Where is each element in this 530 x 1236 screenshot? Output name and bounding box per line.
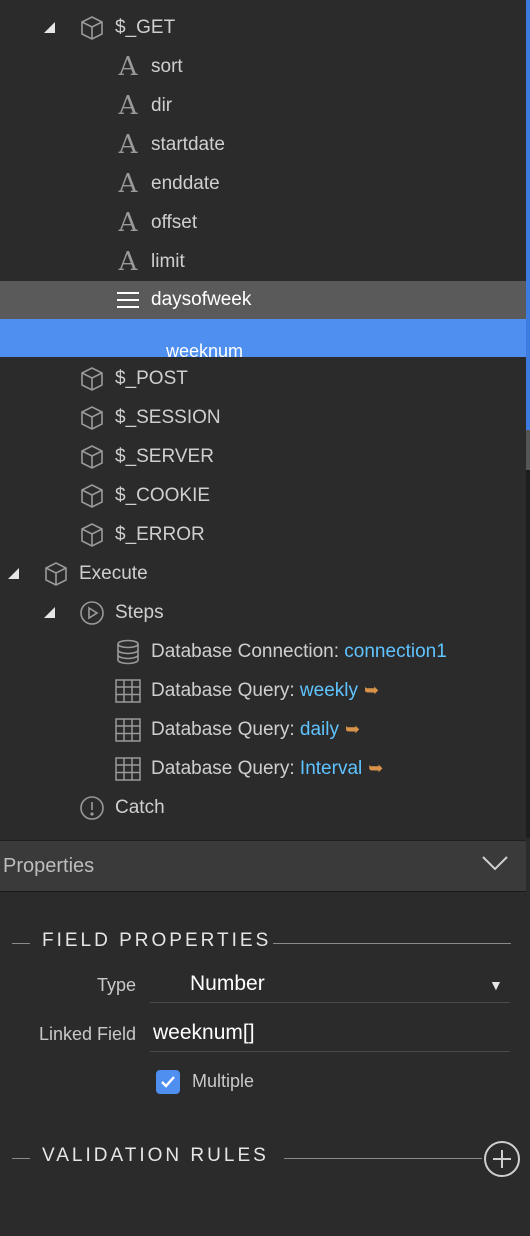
text-type-icon: A (118, 51, 138, 82)
section-divider (12, 943, 30, 944)
section-divider (12, 1158, 30, 1159)
tree-item-label: limit (151, 250, 185, 272)
validation-rules-section: VALIDATION RULES (0, 1143, 530, 1173)
step-label: Database Query: weekly ➥ (151, 680, 379, 702)
section-title: FIELD PROPERTIES (42, 930, 272, 951)
tree-node-label: $_ERROR (115, 523, 205, 545)
tree-node-catch[interactable]: Catch (0, 788, 526, 827)
array-list-icon (114, 286, 142, 314)
play-circle-icon (78, 599, 106, 627)
multiple-label: Multiple (192, 1071, 255, 1091)
step-label: Database Query: Interval ➥ (151, 758, 383, 780)
multiple-checkbox[interactable] (156, 1070, 180, 1094)
tree-node-label: $_SERVER (115, 445, 214, 467)
chevron-down-icon[interactable] (482, 855, 508, 876)
text-type-icon: A (118, 90, 138, 121)
tree-item-label: startdate (151, 133, 225, 155)
section-divider (284, 1158, 482, 1159)
tree-item-daysofweek[interactable]: daysofweek (0, 281, 526, 319)
tree-node-label: $_COOKIE (115, 484, 211, 506)
step-database-connection[interactable]: Database Connection: connection1 (0, 632, 526, 671)
properties-title: Properties (3, 854, 95, 877)
table-grid-icon (114, 755, 142, 783)
type-underline (150, 1002, 510, 1003)
tree-node-label: $_GET (115, 16, 176, 38)
cube-icon (78, 404, 106, 432)
section-title: VALIDATION RULES (42, 1145, 269, 1166)
step-prefix: Database Connection: (151, 640, 345, 662)
output-arrow-icon: ➥ (368, 757, 384, 778)
tree-item-offset[interactable]: A offset (0, 203, 526, 242)
step-link[interactable]: daily (300, 719, 339, 740)
text-type-icon: A (118, 246, 138, 277)
text-type-icon: A (118, 168, 138, 199)
cube-icon (78, 443, 106, 471)
database-icon (114, 638, 142, 666)
expand-triangle-icon[interactable] (8, 568, 19, 579)
properties-header[interactable]: Properties (0, 840, 526, 892)
cube-icon (78, 521, 106, 549)
step-prefix: Database Query: (151, 679, 300, 701)
text-type-icon: A (118, 207, 138, 238)
cube-icon (78, 14, 106, 42)
tree-node-label: $_POST (115, 367, 188, 389)
tree-node-label: Catch (115, 796, 165, 818)
step-label: Database Connection: connection1 (151, 641, 447, 663)
type-label: Type (96, 975, 136, 995)
tree-node-server[interactable]: $_SERVER (0, 437, 526, 476)
tree-node-session[interactable]: $_SESSION (0, 398, 526, 437)
exclamation-circle-icon (78, 794, 106, 822)
tree-scrollbar-thumb[interactable] (526, 0, 530, 430)
step-link[interactable]: weekly (300, 680, 358, 701)
cube-icon (78, 482, 106, 510)
tree-item-sort[interactable]: A sort (0, 47, 526, 86)
step-label: Database Query: daily ➥ (151, 719, 360, 741)
tree-item-label: offset (151, 211, 198, 233)
tree-node-label: Steps (115, 601, 164, 623)
expand-triangle-icon[interactable] (44, 607, 55, 618)
tree-scrollbar-handle[interactable] (526, 430, 530, 470)
text-type-icon: A (118, 129, 138, 160)
tree-item-startdate[interactable]: A startdate (0, 125, 526, 164)
tree-item-dir[interactable]: A dir (0, 86, 526, 125)
tree-node-get[interactable]: $_GET (0, 8, 526, 47)
output-arrow-icon: ➥ (364, 679, 380, 700)
tree-item-label: enddate (151, 172, 220, 194)
table-grid-icon (114, 716, 142, 744)
linked-field-input[interactable]: weeknum[] (153, 1021, 255, 1045)
step-query-interval[interactable]: Database Query: Interval ➥ (0, 749, 526, 788)
tree-node-cookie[interactable]: $_COOKIE (0, 476, 526, 515)
step-query-daily[interactable]: Database Query: daily ➥ (0, 710, 526, 749)
tree-item-limit[interactable]: A limit (0, 242, 526, 281)
expand-triangle-icon[interactable] (44, 22, 55, 33)
linked-field-label: Linked Field (38, 1024, 136, 1044)
tree-panel: $_GET A sort A dir A startdate A enddate… (0, 0, 526, 838)
tree-node-steps[interactable]: Steps (0, 593, 526, 632)
section-divider (273, 943, 511, 944)
linked-field-underline (150, 1051, 510, 1052)
field-properties-section: FIELD PROPERTIES (0, 928, 530, 958)
tree-item-label: daysofweek (151, 289, 252, 310)
tree-item-label: sort (151, 55, 183, 77)
tree-node-post[interactable]: $_POST (0, 359, 526, 398)
step-link[interactable]: Interval (300, 758, 362, 779)
tree-item-enddate[interactable]: A enddate (0, 164, 526, 203)
cube-icon (42, 560, 70, 588)
output-arrow-icon: ➥ (345, 718, 361, 739)
tree-node-label: $_SESSION (115, 406, 221, 428)
step-prefix: Database Query: (151, 757, 300, 779)
dropdown-arrow-icon[interactable]: ▼ (489, 977, 503, 993)
tree-node-error[interactable]: $_ERROR (0, 515, 526, 554)
step-prefix: Database Query: (151, 718, 300, 740)
tree-node-execute[interactable]: Execute (0, 554, 526, 593)
step-query-weekly[interactable]: Database Query: weekly ➥ (0, 671, 526, 710)
add-rule-button[interactable] (484, 1141, 520, 1177)
cube-icon (78, 365, 106, 393)
type-select[interactable]: Number (190, 972, 265, 996)
tree-item-label: dir (151, 94, 173, 116)
step-link[interactable]: connection1 (344, 641, 446, 662)
table-grid-icon (114, 677, 142, 705)
tree-item-weeknum[interactable]: weeknum (0, 319, 526, 361)
tree-node-label: Execute (79, 562, 148, 584)
